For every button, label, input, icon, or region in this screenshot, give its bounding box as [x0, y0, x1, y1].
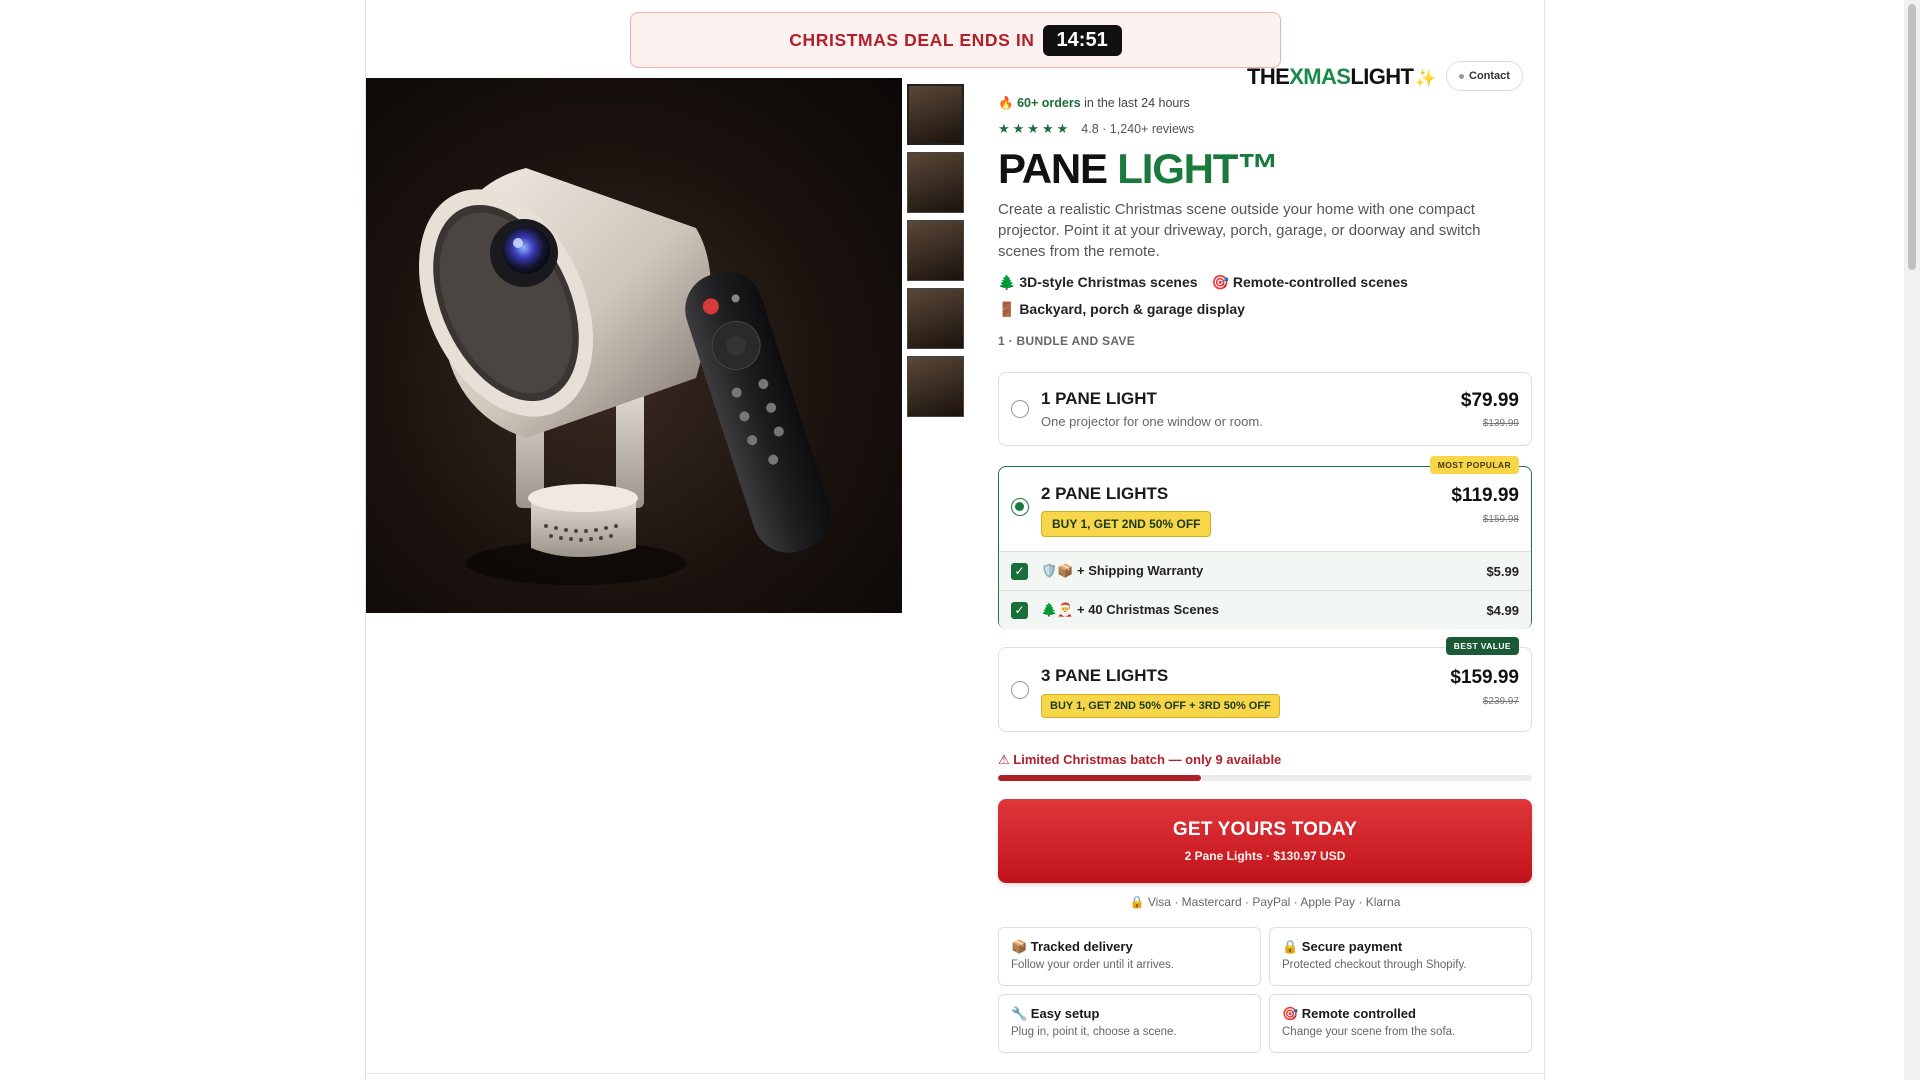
- sparkle-icon: ✨: [1415, 69, 1436, 88]
- fire-icon: 🔥: [998, 96, 1014, 110]
- orders-suffix: in the last 24 hours: [1084, 96, 1190, 110]
- benefit-card-easy-setup: 🔧 Easy setup Plug in, point it, choose a…: [998, 994, 1261, 1053]
- feature-list: 🌲 3D-style Christmas scenes 🎯 Remote-con…: [998, 274, 1532, 318]
- addon-label: 🌲🎅 + 40 Christmas Scenes: [1041, 602, 1219, 617]
- scrollbar-thumb[interactable]: [1908, 4, 1916, 270]
- option-price: $119.99: [1451, 485, 1519, 506]
- addon-label: 🛡️📦 + Shipping Warranty: [1041, 563, 1204, 578]
- thumbnail-1[interactable]: [907, 84, 964, 145]
- addon-checkbox-checked[interactable]: ✓: [1011, 601, 1028, 619]
- benefit-card-secure-payment: 🔒 Secure payment Protected checkout thro…: [1269, 927, 1532, 986]
- bundle-option-3[interactable]: BEST VALUE 3 PANE LIGHTS BUY 1, GET 2ND …: [998, 637, 1532, 732]
- bundle-radio-2[interactable]: [1011, 498, 1029, 516]
- option-old-price: $159.98: [1482, 514, 1519, 525]
- option-name: 2 PANE LIGHTS: [1041, 484, 1169, 503]
- product-title: PANE LIGHT™: [998, 141, 1532, 197]
- product-description: Create a realistic Christmas scene outsi…: [998, 201, 1481, 260]
- option-old-price: $139.99: [1482, 418, 1519, 429]
- best-value-badge: BEST VALUE: [1445, 637, 1519, 655]
- thumbnail-strip: [907, 84, 965, 424]
- benefit-subtitle: Protected checkout through Shopify.: [1282, 959, 1467, 971]
- thumbnail-4[interactable]: [907, 288, 964, 349]
- cta-summary: 2 Pane Lights · $130.97 USD: [1184, 849, 1346, 863]
- payment-methods: 🔒 Visa · Mastercard · PayPal · Apple Pay…: [1129, 895, 1401, 909]
- bundle-section-label: 1 · BUNDLE AND SAVE: [998, 334, 1136, 348]
- star-rating-icon: ★★★★★: [998, 121, 1072, 136]
- addon-checkbox-checked[interactable]: ✓: [1011, 562, 1028, 580]
- option-subtitle: One projector for one window or room.: [1041, 414, 1263, 429]
- deal-countdown-bar: CHRISTMAS DEAL ENDS IN 14:51: [630, 12, 1281, 68]
- contact-dot-icon: [1459, 73, 1464, 79]
- thumbnail-5[interactable]: [907, 356, 964, 417]
- option-name: 3 PANE LIGHTS: [1041, 666, 1169, 685]
- feature-item: 🌲 3D-style Christmas scenes: [998, 274, 1198, 290]
- cta-label: GET YOURS TODAY: [1172, 819, 1358, 840]
- addon-christmas-scenes[interactable]: ✓ 🌲🎅 + 40 Christmas Scenes $4.99: [999, 590, 1531, 629]
- deal-text: CHRISTMAS DEAL ENDS IN: [789, 29, 1035, 50]
- brand-logo[interactable]: THEXMASLIGHT ✨: [1247, 64, 1437, 90]
- option-offer-tag: BUY 1, GET 2ND 50% OFF + 3RD 50% OFF: [1041, 694, 1280, 718]
- logo-prefix: THE: [1247, 64, 1290, 89]
- product-info: 🔥 60+ orders in the last 24 hours ★★★★★ …: [998, 96, 1532, 348]
- title-accent: LIGHT™: [1117, 145, 1279, 192]
- option-old-price: $239.97: [1482, 696, 1519, 707]
- benefit-subtitle: Follow your order until it arrives.: [1011, 959, 1174, 971]
- option-price: $79.99: [1460, 390, 1519, 411]
- title-main: PANE: [998, 145, 1108, 192]
- contact-button[interactable]: Contact: [1446, 61, 1523, 91]
- bundle-radio-1[interactable]: [1011, 400, 1029, 418]
- bundle-option-2[interactable]: MOST POPULAR 2 PANE LIGHTS BUY 1, GET 2N…: [998, 456, 1532, 629]
- addon-shipping-warranty[interactable]: ✓ 🛡️📦 + Shipping Warranty $5.99: [999, 551, 1531, 590]
- bundle-option-1[interactable]: 1 PANE LIGHT One projector for one windo…: [998, 372, 1532, 446]
- rating-text: 4.8 · 1,240+ reviews: [1081, 122, 1195, 136]
- addon-price: $4.99: [1486, 602, 1519, 618]
- benefit-subtitle: Plug in, point it, choose a scene.: [1011, 1026, 1177, 1038]
- thumbnail-3[interactable]: [907, 220, 964, 281]
- feature-item: 🚪 Backyard, porch & garage display: [998, 301, 1245, 317]
- addon-price: $5.99: [1486, 563, 1519, 579]
- logo-accent: XMAS: [1289, 64, 1351, 89]
- benefit-title: 🔒 Secure payment: [1282, 939, 1403, 954]
- get-yours-today-button[interactable]: GET YOURS TODAY 2 Pane Lights · $130.97 …: [998, 799, 1532, 883]
- product-hero-image[interactable]: [366, 78, 902, 613]
- option-offer-tag: BUY 1, GET 2ND 50% OFF: [1041, 511, 1212, 537]
- benefit-subtitle: Change your scene from the sofa.: [1282, 1026, 1456, 1038]
- most-popular-badge: MOST POPULAR: [1429, 456, 1519, 474]
- option-name: 1 PANE LIGHT: [1041, 389, 1157, 408]
- option-price: $159.99: [1450, 667, 1519, 688]
- rating-row: ★★★★★ 4.8 · 1,240+ reviews: [998, 121, 1532, 137]
- stock-warning: ⚠ Limited Christmas batch — only 9 avail…: [998, 752, 1282, 767]
- page-scrollbar[interactable]: [1904, 0, 1920, 1080]
- orders-count: 60+ orders: [1017, 96, 1081, 110]
- countdown-timer: 14:51: [1042, 24, 1122, 56]
- projector-illustration: [418, 168, 831, 585]
- stock-progress-bar: [998, 775, 1532, 781]
- feature-item: 🎯 Remote-controlled scenes: [1211, 274, 1408, 290]
- orders-social-proof: 🔥 60+ orders in the last 24 hours: [998, 96, 1532, 111]
- thumbnail-2[interactable]: [907, 152, 964, 213]
- benefit-title: 📦 Tracked delivery: [1011, 939, 1133, 954]
- section-divider: [366, 1073, 1544, 1074]
- stock-progress-fill: [998, 775, 1201, 781]
- benefit-title: 🎯 Remote controlled: [1282, 1006, 1416, 1021]
- benefit-card-remote-controlled: 🎯 Remote controlled Change your scene fr…: [1269, 994, 1532, 1053]
- benefit-title: 🔧 Easy setup: [1011, 1006, 1100, 1021]
- benefit-card-tracked-delivery: 📦 Tracked delivery Follow your order unt…: [998, 927, 1261, 986]
- contact-label: Contact: [1469, 70, 1510, 82]
- bundle-radio-3[interactable]: [1011, 681, 1029, 699]
- logo-suffix: LIGHT: [1350, 64, 1414, 89]
